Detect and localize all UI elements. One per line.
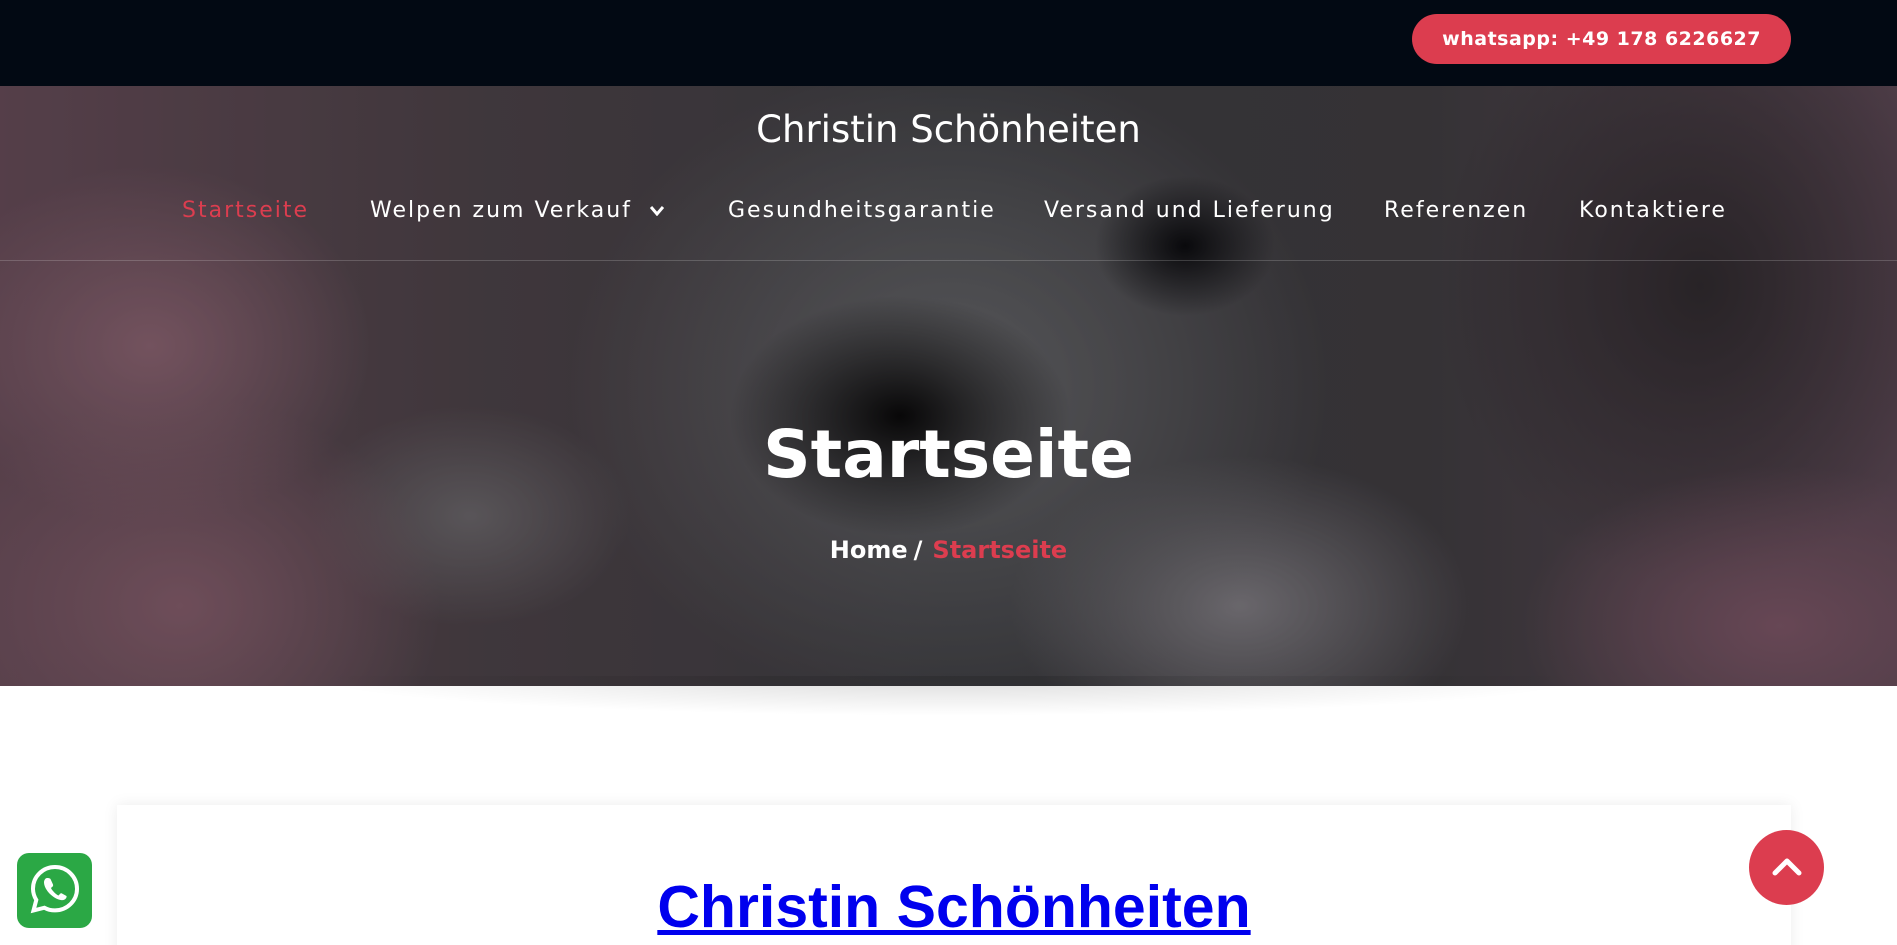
- nav-item-label: Welpen zum Verkauf: [370, 198, 632, 223]
- breadcrumb: Home / Startseite: [0, 536, 1897, 564]
- nav-item-startseite[interactable]: Startseite: [182, 198, 309, 223]
- nav-item-versand-und-lieferung[interactable]: Versand und Lieferung: [1044, 198, 1335, 223]
- hero-banner: Christin Schönheiten Startseite Welpen z…: [0, 86, 1897, 686]
- content-card: Christin Schönheiten: [117, 805, 1791, 945]
- chevron-up-icon: [1772, 856, 1802, 880]
- hero-overlay: [0, 86, 1897, 686]
- top-bar: whatsapp: +49 178 6226627: [0, 0, 1897, 86]
- breadcrumb-separator: /: [913, 536, 923, 564]
- whatsapp-float-button[interactable]: [17, 853, 92, 928]
- nav-item-referenzen[interactable]: Referenzen: [1384, 198, 1528, 223]
- nav-item-welpen-zum-verkauf[interactable]: Welpen zum Verkauf: [370, 198, 665, 223]
- breadcrumb-current: Startseite: [932, 536, 1068, 564]
- nav-item-label: Kontaktiere: [1579, 198, 1727, 223]
- main-navigation: Startseite Welpen zum Verkauf Gesundheit…: [0, 198, 1897, 248]
- nav-item-gesundheitsgarantie[interactable]: Gesundheitsgarantie: [728, 198, 996, 223]
- hero-shadow: [300, 676, 1600, 716]
- nav-item-kontaktiere[interactable]: Kontaktiere: [1579, 198, 1727, 223]
- nav-item-label: Gesundheitsgarantie: [728, 198, 996, 223]
- back-to-top-button[interactable]: [1749, 830, 1824, 905]
- chevron-down-icon: [649, 202, 665, 220]
- page-heading: Startseite: [763, 416, 1134, 493]
- whatsapp-contact-button[interactable]: whatsapp: +49 178 6226627: [1412, 14, 1791, 64]
- nav-item-label: Startseite: [182, 198, 310, 223]
- whatsapp-icon: [27, 861, 83, 921]
- nav-item-label: Versand und Lieferung: [1044, 198, 1335, 223]
- nav-item-label: Referenzen: [1384, 198, 1529, 223]
- content-title-link[interactable]: Christin Schönheiten: [117, 873, 1791, 941]
- breadcrumb-home-link[interactable]: Home: [830, 536, 908, 564]
- site-title[interactable]: Christin Schönheiten: [0, 108, 1897, 151]
- nav-divider: [0, 260, 1897, 261]
